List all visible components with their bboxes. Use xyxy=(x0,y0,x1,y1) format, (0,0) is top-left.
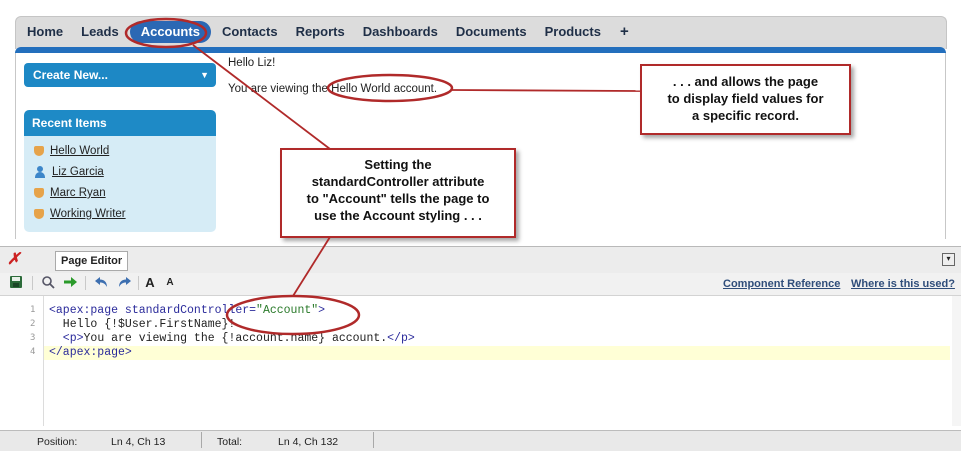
component-reference-link[interactable]: Component Reference xyxy=(723,278,840,290)
account-icon xyxy=(34,146,44,156)
code-token: </apex:page> xyxy=(49,346,132,359)
add-tab-button[interactable]: + xyxy=(610,18,639,46)
status-divider xyxy=(201,432,202,448)
code-token: Hello {!$User.FirstName}! xyxy=(49,318,236,331)
line-number-gutter xyxy=(20,296,44,426)
code-line[interactable]: <apex:page standardController="Account"> xyxy=(49,304,325,317)
recent-item-label[interactable]: Hello World xyxy=(50,145,109,157)
tab-home[interactable]: Home xyxy=(18,18,72,46)
line-number: 3 xyxy=(30,333,36,343)
callout-line: Setting the xyxy=(364,157,432,172)
account-icon xyxy=(34,188,44,198)
editor-scrollbar[interactable] xyxy=(952,296,961,426)
search-icon[interactable] xyxy=(40,275,56,291)
code-line[interactable]: </apex:page> xyxy=(49,346,132,359)
save-icon[interactable] xyxy=(8,275,24,291)
line-number: 2 xyxy=(30,319,36,329)
callout-line: standardController attribute xyxy=(311,174,485,189)
create-new-button[interactable]: Create New... ▼ xyxy=(24,63,216,87)
editor-header xyxy=(0,246,961,274)
callout-standard-controller: Setting the standardController attribute… xyxy=(280,148,516,238)
contact-icon xyxy=(34,166,46,178)
code-token: > xyxy=(318,304,326,317)
expand-icon[interactable]: ▾ xyxy=(942,253,955,266)
recent-item-working-writer[interactable]: Working Writer xyxy=(34,208,126,220)
close-icon[interactable]: ✗ xyxy=(7,249,20,269)
tab-accounts[interactable]: Accounts xyxy=(129,21,211,43)
tab-documents[interactable]: Documents xyxy=(447,18,536,46)
callout-line: use the Account styling . . . xyxy=(314,208,482,223)
code-line[interactable]: Hello {!$User.FirstName}! xyxy=(49,318,236,331)
toolbar-divider xyxy=(138,276,139,290)
status-divider xyxy=(373,432,374,448)
where-is-this-used-link[interactable]: Where is this used? xyxy=(851,278,955,290)
callout-line: to "Account" tells the page to xyxy=(306,191,490,206)
code-token: standardController= xyxy=(124,304,257,317)
code-token: </p> xyxy=(387,332,415,345)
recent-item-label[interactable]: Marc Ryan xyxy=(50,187,106,199)
code-token: <apex:page xyxy=(49,304,125,317)
callout-field-values: . . . and allows the page to display fie… xyxy=(640,64,851,135)
tab-reports[interactable]: Reports xyxy=(287,18,354,46)
position-value: Ln 4, Ch 13 xyxy=(111,436,166,448)
code-token: "Account" xyxy=(256,304,319,317)
recent-item-label[interactable]: Working Writer xyxy=(50,208,126,220)
increase-font-icon[interactable]: A xyxy=(142,275,158,291)
callout-line: a specific record. xyxy=(692,108,799,123)
recent-item-label[interactable]: Liz Garcia xyxy=(52,166,104,178)
tab-contacts[interactable]: Contacts xyxy=(213,18,287,46)
undo-icon[interactable] xyxy=(93,275,109,291)
code-token: <p> xyxy=(49,332,84,345)
go-to-line-icon[interactable] xyxy=(62,275,78,291)
toolbar-divider xyxy=(85,276,86,290)
recent-item-marc-ryan[interactable]: Marc Ryan xyxy=(34,187,106,199)
total-label: Total: xyxy=(217,436,243,448)
decrease-font-icon[interactable]: A xyxy=(162,275,178,291)
toolbar-divider xyxy=(32,276,33,290)
recent-items-list: Hello World Liz Garcia Marc Ryan Working… xyxy=(24,136,216,232)
line-number: 1 xyxy=(30,305,36,315)
line-number: 4 xyxy=(30,347,36,357)
callout-line: to display field values for xyxy=(667,91,824,106)
tab-leads[interactable]: Leads xyxy=(72,18,128,46)
recent-item-liz-garcia[interactable]: Liz Garcia xyxy=(34,166,104,178)
total-value: Ln 4, Ch 132 xyxy=(278,436,339,448)
account-icon xyxy=(34,209,44,219)
greeting-text: Hello Liz! xyxy=(228,57,276,69)
code-line[interactable]: <p>You are viewing the {!account.name} a… xyxy=(49,332,415,345)
create-new-label: Create New... xyxy=(33,68,108,82)
active-line-highlight xyxy=(44,346,950,360)
tab-bar: Home Leads Accounts Contacts Reports Das… xyxy=(18,18,639,46)
chevron-down-icon: ▼ xyxy=(200,70,209,80)
recent-item-hello-world[interactable]: Hello World xyxy=(34,145,109,157)
position-label: Position: xyxy=(37,436,78,448)
code-token: You are viewing the {!account.name} acco… xyxy=(83,332,388,345)
callout-line: . . . and allows the page xyxy=(672,74,819,89)
tab-page-editor[interactable]: Page Editor xyxy=(55,251,129,271)
recent-items-header: Recent Items xyxy=(24,110,216,136)
viewing-text: You are viewing the Hello World account. xyxy=(228,83,438,95)
tab-products[interactable]: Products xyxy=(536,18,610,46)
tab-dashboards[interactable]: Dashboards xyxy=(354,18,447,46)
redo-icon[interactable] xyxy=(116,275,132,291)
